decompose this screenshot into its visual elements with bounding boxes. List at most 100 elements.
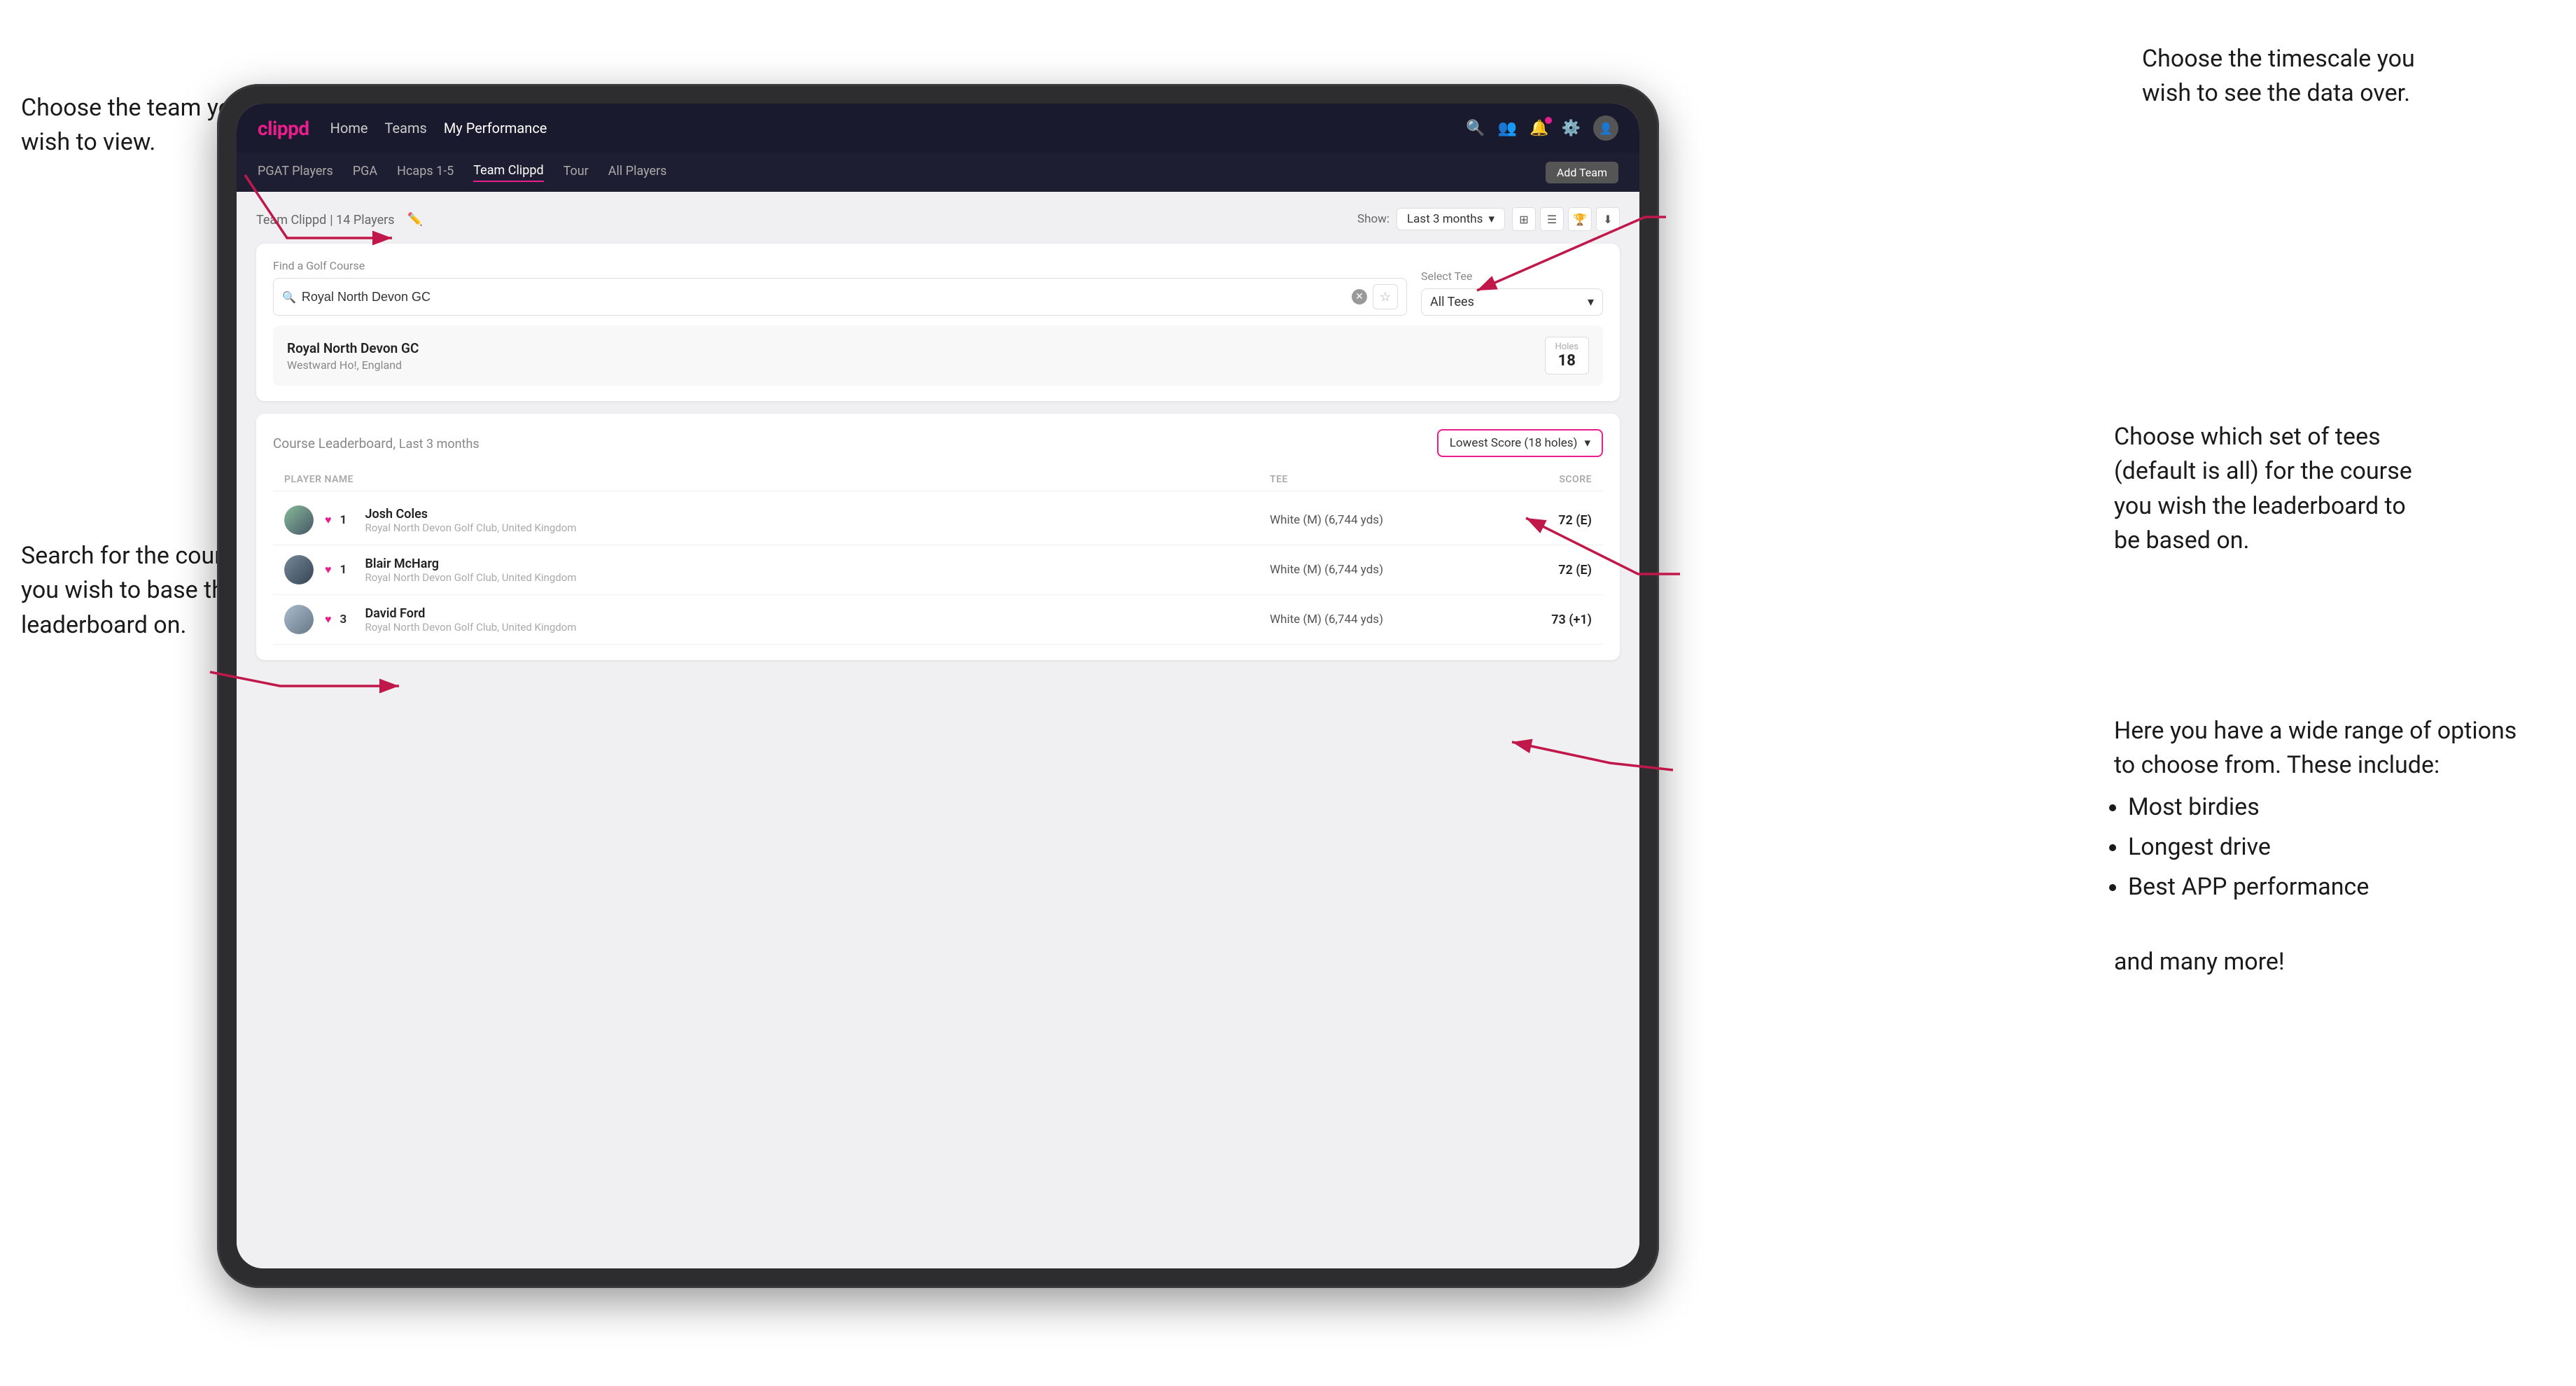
grid-view-icon[interactable]: ⊞ [1512,207,1536,231]
annotation-bottom-left: Search for the course you wish to base t… [21,539,247,643]
tablet-frame: clippd Home Teams My Performance 🔍 👥 🔔 ⚙… [217,84,1659,1288]
player-cell-3: ♥ 3 David Ford Royal North Devon Golf Cl… [284,605,1270,634]
col-player-name: PLAYER NAME [284,474,1270,485]
annotation-tl-line1: Choose the team you [21,94,245,122]
annotation-br-intro: Here you have a wide range of options to… [2114,717,2516,779]
time-period-value: Last 3 months [1407,212,1483,226]
view-icons: ⊞ ☰ 🏆 ⬇ [1512,207,1620,231]
nav-home[interactable]: Home [330,120,368,136]
player-club-1: Royal North Devon Golf Club, United King… [365,522,577,534]
annotation-mr-line2: (default is all) for the course [2114,457,2412,485]
player-heart-2: ♥ [325,563,332,577]
people-icon[interactable]: 👥 [1498,120,1517,137]
bell-icon[interactable]: 🔔 [1530,120,1548,137]
tab-pga[interactable]: PGA [353,164,377,181]
score-3: 73 (+1) [1466,612,1592,627]
main-content: Team Clippd | 14 Players ✏️ Show: Last 3… [237,192,1639,1268]
annotation-bl-line1: Search for the course [21,542,247,570]
player-info-2: Blair McHarg Royal North Devon Golf Club… [365,556,577,584]
score-type-dropdown[interactable]: Lowest Score (18 holes) ▾ [1437,429,1603,457]
nav-teams[interactable]: Teams [385,120,427,136]
clear-search-button[interactable]: ✕ [1352,289,1367,304]
tab-team-clippd[interactable]: Team Clippd [473,163,543,182]
player-club-2: Royal North Devon Golf Club, United King… [365,571,577,584]
tee-3: White (M) (6,744 yds) [1270,612,1466,626]
player-cell-2: ♥ 1 Blair McHarg Royal North Devon Golf … [284,555,1270,584]
tee-select-group: Select Tee All Tees ▾ [1421,270,1603,316]
favourite-button[interactable]: ☆ [1373,284,1398,309]
tab-pgat[interactable]: PGAT Players [258,164,333,181]
player-rank-1: 1 [340,513,357,527]
tee-1: White (M) (6,744 yds) [1270,513,1466,527]
avatar[interactable]: 👤 [1593,115,1618,141]
annotation-top-left: Choose the team you wish to view. [21,91,245,160]
dropdown-chevron-icon: ▾ [1488,212,1494,226]
annotation-br-outro: and many more! [2114,948,2285,976]
trophy-icon[interactable]: 🏆 [1568,207,1592,231]
player-heart-1: ♥ [325,513,332,527]
leaderboard-title: Course Leaderboard, Last 3 months [273,435,479,451]
player-name-3: David Ford [365,606,577,621]
download-icon[interactable]: ⬇ [1596,207,1620,231]
course-search-input[interactable] [302,290,1346,304]
nav-my-performance[interactable]: My Performance [444,120,547,136]
tab-all-players[interactable]: All Players [608,164,667,181]
search-icon[interactable]: 🔍 [1466,120,1485,137]
tab-hcaps[interactable]: Hcaps 1-5 [397,164,454,181]
annotation-bottom-right: Here you have a wide range of options to… [2114,714,2534,979]
bullet-drive: Longest drive [2128,830,2534,864]
course-info: Royal North Devon GC Westward Ho!, Engla… [287,340,419,372]
annotation-mid-right: Choose which set of tees (default is all… [2114,420,2534,558]
nav-logo: clippd [258,117,309,140]
nav-right: 🔍 👥 🔔 ⚙️ 👤 [1466,115,1618,141]
table-row: ♥ 1 Blair McHarg Royal North Devon Golf … [273,545,1603,595]
show-label: Show: [1357,212,1390,226]
course-search-group: Find a Golf Course 🔍 ✕ ☆ [273,259,1407,316]
annotation-mr-line4: be based on. [2114,526,2249,554]
holes-badge: Holes 18 [1545,337,1589,374]
leaderboard-columns: PLAYER NAME TEE SCORE [273,468,1603,491]
player-info-1: Josh Coles Royal North Devon Golf Club, … [365,507,577,534]
course-result[interactable]: Royal North Devon GC Westward Ho!, Engla… [273,326,1603,386]
team-header: Team Clippd | 14 Players ✏️ Show: Last 3… [256,207,1620,231]
annotation-br-list: Most birdies Longest drive Best APP perf… [2128,790,2534,905]
annotation-tr-line2: wish to see the data over. [2142,79,2410,107]
player-name-1: Josh Coles [365,507,577,522]
leaderboard-card: Course Leaderboard, Last 3 months Lowest… [256,414,1620,660]
tee-dropdown[interactable]: All Tees ▾ [1421,288,1603,316]
tab-tour[interactable]: Tour [564,164,589,181]
score-2: 72 (E) [1466,563,1592,578]
player-rank-2: 1 [340,563,357,577]
time-period-dropdown[interactable]: Last 3 months ▾ [1396,208,1505,230]
add-team-button[interactable]: Add Team [1546,162,1618,183]
score-1: 72 (E) [1466,513,1592,528]
annotation-bl-line2: you wish to base the [21,576,237,604]
annotation-tr-line1: Choose the timescale you [2142,45,2415,73]
search-input-wrapper[interactable]: 🔍 ✕ ☆ [273,278,1407,316]
settings-icon[interactable]: ⚙️ [1562,120,1581,137]
annotation-top-right: Choose the timescale you wish to see the… [2142,42,2534,111]
annotation-mr-line1: Choose which set of tees [2114,423,2381,451]
tablet-screen: clippd Home Teams My Performance 🔍 👥 🔔 ⚙… [237,104,1639,1268]
team-title: Team Clippd | 14 Players [256,211,395,227]
table-row: ♥ 1 Josh Coles Royal North Devon Golf Cl… [273,496,1603,545]
annotation-tl-line2: wish to view. [21,128,155,156]
show-controls: Show: Last 3 months ▾ ⊞ ☰ 🏆 ⬇ [1357,207,1620,231]
lb-period: Last 3 months [399,437,479,451]
table-row: ♥ 3 David Ford Royal North Devon Golf Cl… [273,595,1603,645]
player-name-2: Blair McHarg [365,556,577,571]
score-dropdown-chevron: ▾ [1584,436,1590,450]
player-avatar-1 [284,505,314,535]
col-score: SCORE [1466,474,1592,485]
annotation-mr-line3: you wish the leaderboard to [2114,492,2406,520]
tab-bar: PGAT Players PGA Hcaps 1-5 Team Clippd T… [237,153,1639,192]
score-option-value: Lowest Score (18 holes) [1450,436,1578,450]
player-club-3: Royal North Devon Golf Club, United King… [365,621,577,634]
holes-value: 18 [1555,352,1578,370]
nav-links: Home Teams My Performance [330,120,547,136]
edit-icon[interactable]: ✏️ [407,212,423,227]
col-tee: TEE [1270,474,1466,485]
team-player-count: | 14 Players [330,213,394,227]
list-view-icon[interactable]: ☰ [1540,207,1564,231]
search-row: Find a Golf Course 🔍 ✕ ☆ Select Tee All … [273,259,1603,316]
